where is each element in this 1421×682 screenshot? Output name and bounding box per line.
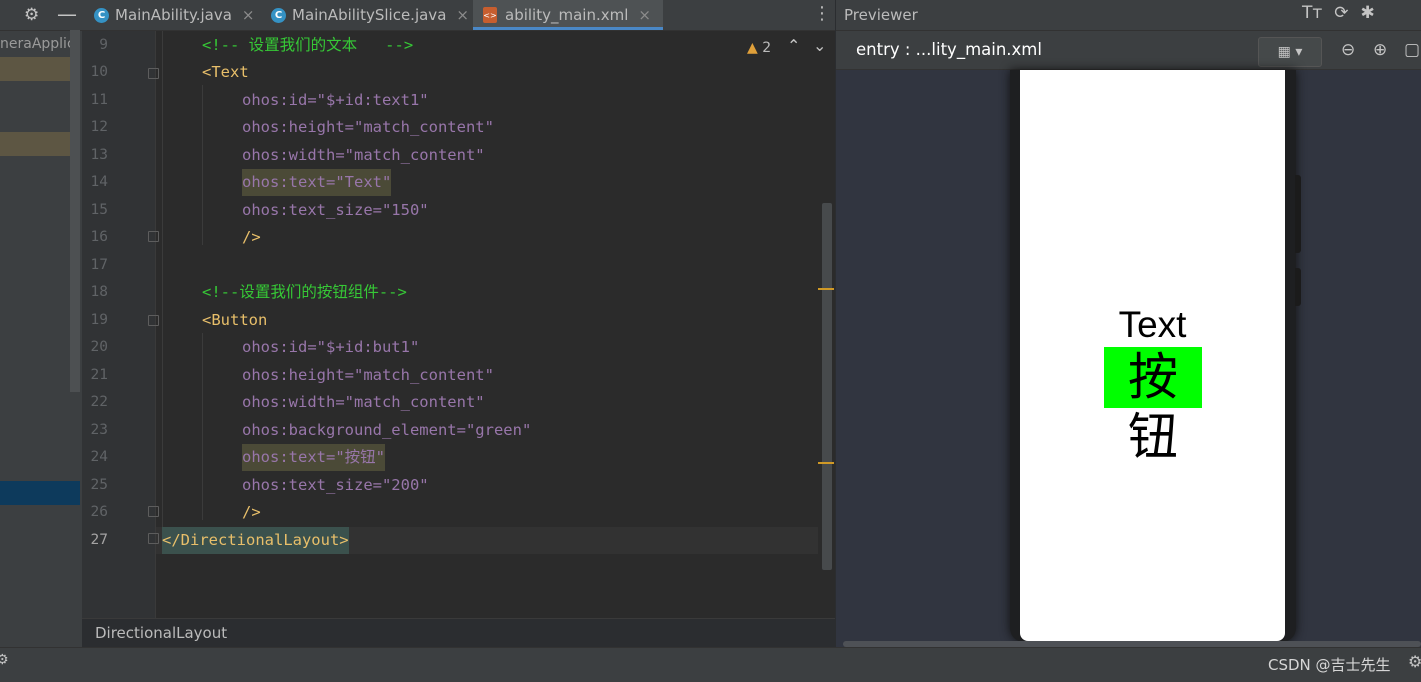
line-number: 12 — [90, 119, 108, 135]
grid-icon: ▦ — [1277, 44, 1291, 60]
java-class-icon: C — [94, 7, 109, 23]
code-line[interactable]: <Text — [202, 59, 249, 86]
chevron-up-icon[interactable]: ⌃ — [787, 36, 800, 55]
chevron-down-icon: ▾ — [1295, 44, 1303, 60]
indent-guide — [202, 333, 203, 520]
line-number: 13 — [90, 147, 108, 163]
warning-count: 2 — [762, 40, 772, 56]
chevron-down-icon[interactable]: ⌄ — [813, 36, 826, 55]
phone-side-button — [1295, 175, 1301, 253]
tab-mainability-java[interactable]: C MainAbility.java × — [94, 0, 255, 30]
line-number: 23 — [90, 422, 108, 438]
editor-scrollbar[interactable] — [822, 203, 832, 570]
status-bar — [0, 647, 1421, 682]
code-line[interactable]: ohos:text_size="200" — [242, 472, 429, 499]
line-number: 9 — [99, 37, 108, 53]
gear-icon[interactable]: ⚙ — [24, 0, 39, 30]
scroll-marker[interactable] — [818, 462, 834, 464]
previewer-entry-label: entry : ...lity_main.xml — [856, 40, 1042, 59]
line-number: 26 — [90, 504, 108, 520]
line-number: 15 — [90, 202, 108, 218]
fold-marker[interactable] — [148, 231, 159, 242]
code-line[interactable]: ohos:height="match_content" — [242, 362, 494, 389]
warning-icon: ▲ — [747, 40, 758, 56]
line-number: 24 — [90, 449, 108, 465]
code-line[interactable]: ohos:background_element="green" — [242, 417, 531, 444]
editor-tab-bar: C MainAbility.java × C MainAbilitySlice.… — [82, 0, 835, 31]
code-line[interactable]: ohos:text_size="150" — [242, 197, 429, 224]
scroll-marker[interactable] — [818, 288, 834, 290]
project-tree-highlight — [0, 57, 80, 81]
line-number: 19 — [90, 312, 108, 328]
gear-icon[interactable]: ⚙ — [1408, 652, 1421, 671]
code-line[interactable]: ohos:id="$+id:but1" — [242, 334, 419, 361]
warning-indicator[interactable]: ▲ 2 — [747, 40, 771, 56]
line-number: 21 — [90, 367, 108, 383]
phone-side-button — [1295, 268, 1301, 306]
line-number: 11 — [90, 92, 108, 108]
watermark: CSDN @吉士先生 — [1268, 656, 1391, 674]
layout-dropdown[interactable]: ▦ ▾ — [1258, 37, 1322, 67]
xml-file-icon: <> — [483, 7, 497, 23]
line-number: 22 — [90, 394, 108, 410]
close-icon[interactable]: × — [242, 6, 255, 24]
project-name[interactable]: neraApplic — [0, 36, 80, 52]
indent-guide — [202, 85, 203, 245]
minimize-icon[interactable]: — — [57, 0, 77, 28]
close-icon[interactable]: × — [456, 6, 469, 24]
code-line[interactable]: /> — [242, 499, 261, 526]
fold-marker[interactable] — [148, 315, 159, 326]
previewer-toolbar: Tт ⟳ ✱ — [1302, 3, 1387, 23]
tab-label: MainAbilitySlice.java — [292, 6, 447, 24]
line-number: 16 — [90, 229, 108, 245]
code-line[interactable]: ohos:id="$+id:text1" — [242, 87, 429, 114]
tab-ability-main-xml[interactable]: <> ability_main.xml × — [473, 0, 663, 30]
close-icon[interactable]: × — [638, 6, 651, 24]
indent-guide — [162, 31, 163, 541]
java-class-icon: C — [271, 7, 286, 23]
project-tree-highlight — [0, 132, 80, 156]
code-line-highlighted[interactable]: ohos:text="按钮" — [242, 444, 385, 471]
code-line[interactable]: <!--设置我们的按钮组件--> — [202, 279, 407, 306]
line-number: 20 — [90, 339, 108, 355]
project-tree-selected[interactable] — [0, 481, 80, 505]
code-line[interactable]: ohos:width="match_content" — [242, 389, 485, 416]
line-number-current: 27 — [90, 532, 108, 548]
line-number: 14 — [90, 174, 108, 190]
line-number: 10 — [90, 64, 108, 80]
code-line[interactable]: ohos:width="match_content" — [242, 142, 485, 169]
preview-text: Text — [1118, 304, 1187, 345]
fold-marker[interactable] — [148, 533, 159, 544]
font-size-icon[interactable]: Tт — [1302, 3, 1322, 23]
fold-marker[interactable] — [148, 506, 159, 517]
code-line-current[interactable]: </DirectionalLayout> — [162, 527, 349, 554]
fold-marker[interactable] — [148, 68, 159, 79]
line-number: 18 — [90, 284, 108, 300]
more-icon[interactable]: ⋮ — [812, 0, 832, 30]
preview-button[interactable]: 按钮 — [1104, 347, 1202, 466]
line-number: 25 — [90, 477, 108, 493]
previewer-title: Previewer — [844, 6, 918, 24]
code-line[interactable]: ohos:height="match_content" — [242, 114, 494, 141]
zoom-out-icon[interactable]: ⊖ — [1341, 40, 1355, 60]
code-line[interactable]: <!-- 设置我们的文本 --> — [202, 32, 413, 59]
fit-screen-icon[interactable]: ▢ — [1404, 40, 1420, 60]
tab-label: ability_main.xml — [505, 6, 629, 24]
tab-label: MainAbility.java — [115, 6, 232, 24]
code-line[interactable]: <Button — [202, 307, 267, 334]
zoom-in-icon[interactable]: ⊕ — [1373, 40, 1387, 60]
refresh-icon[interactable]: ⟳ — [1334, 3, 1348, 23]
bug-icon[interactable]: ✱ — [1361, 3, 1375, 23]
code-line-highlighted[interactable]: ohos:text="Text" — [242, 169, 392, 196]
line-number: 17 — [90, 257, 108, 273]
gear-icon[interactable]: ⚙ — [0, 652, 9, 668]
breadcrumb[interactable]: DirectionalLayout — [95, 624, 227, 642]
code-line[interactable]: /> — [242, 224, 261, 251]
tab-mainabilityslice-java[interactable]: C MainAbilitySlice.java × — [271, 0, 469, 30]
project-scrollbar[interactable] — [70, 30, 80, 392]
